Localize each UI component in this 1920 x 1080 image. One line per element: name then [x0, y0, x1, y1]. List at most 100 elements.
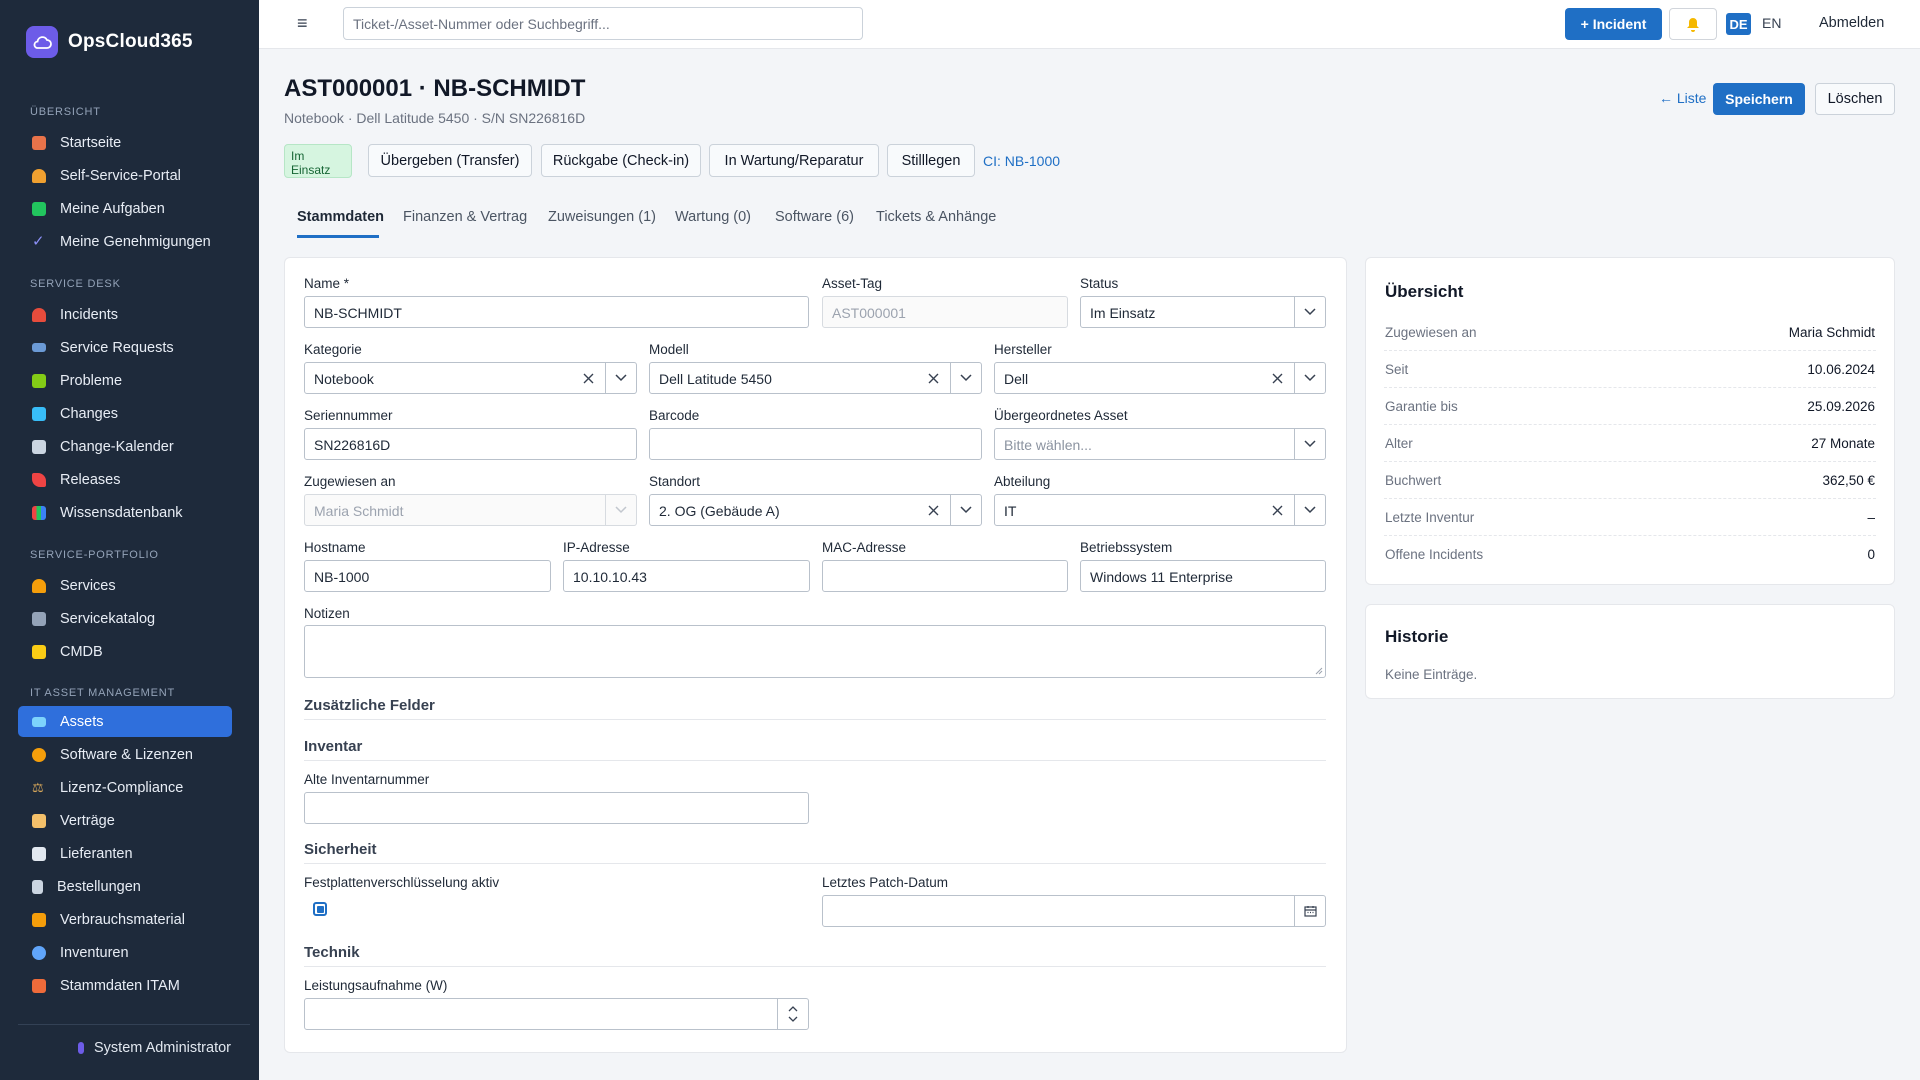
- hamburger-menu-icon[interactable]: ≡: [297, 13, 308, 34]
- sidebar-item-self-service[interactable]: Self-Service-Portal: [18, 160, 232, 191]
- abteilung-select[interactable]: IT: [994, 494, 1326, 526]
- tab-software[interactable]: Software (6): [775, 209, 854, 225]
- tab-zuweisungen[interactable]: Zuweisungen (1): [548, 209, 656, 225]
- calendar-icon[interactable]: [1294, 896, 1325, 926]
- name-input[interactable]: NB-SCHMIDT: [304, 296, 809, 328]
- hostname-input[interactable]: NB-1000: [304, 560, 551, 592]
- books-icon: [32, 505, 46, 520]
- nav-section-label: SERVICE-PORTFOLIO: [30, 549, 159, 561]
- sidebar-item-label: Meine Genehmigungen: [60, 233, 211, 250]
- sidebar-item-verbrauchsmaterial[interactable]: Verbrauchsmaterial: [18, 904, 232, 935]
- transfer-button[interactable]: Übergeben (Transfer): [368, 144, 532, 177]
- sidebar-item-releases[interactable]: Releases: [18, 464, 232, 495]
- parent-asset-select[interactable]: Bitte wählen...: [994, 428, 1326, 460]
- patch-datum-input[interactable]: [822, 895, 1326, 927]
- status-value: Im Einsatz: [1090, 305, 1156, 321]
- overview-key: Garantie bis: [1385, 399, 1458, 414]
- tab-finanzen[interactable]: Finanzen & Vertrag: [403, 209, 527, 225]
- ci-link[interactable]: CI: NB-1000: [983, 153, 1060, 169]
- folder-icon: [32, 644, 46, 659]
- search-input[interactable]: [343, 7, 863, 40]
- sidebar-item-startseite[interactable]: Startseite: [18, 127, 232, 158]
- sidebar-item-services[interactable]: Services: [18, 570, 232, 601]
- logout-link[interactable]: Abmelden: [1819, 15, 1884, 31]
- sidebar-item-inventuren[interactable]: Inventuren: [18, 937, 232, 968]
- sidebar-item-meine-aufgaben[interactable]: Meine Aufgaben: [18, 193, 232, 224]
- os-input[interactable]: Windows 11 Enterprise: [1080, 560, 1326, 592]
- status-badge: Im Einsatz: [284, 144, 352, 178]
- ip-input[interactable]: 10.10.10.43: [563, 560, 810, 592]
- clear-icon[interactable]: [917, 363, 949, 393]
- abteilung-label: Abteilung: [994, 474, 1051, 489]
- sidebar-item-assets[interactable]: Assets: [18, 706, 232, 737]
- sidebar-item-lieferanten[interactable]: Lieferanten: [18, 838, 232, 869]
- chevron-down-icon: [950, 495, 981, 525]
- section-divider: [304, 863, 1326, 864]
- save-button[interactable]: Speichern: [1713, 83, 1805, 115]
- tab-stammdaten[interactable]: Stammdaten: [297, 209, 384, 225]
- sidebar-item-vertraege[interactable]: Verträge: [18, 805, 232, 836]
- tab-tickets[interactable]: Tickets & Anhänge: [876, 209, 996, 225]
- standort-select[interactable]: 2. OG (Gebäude A): [649, 494, 982, 526]
- abteilung-value: IT: [1004, 503, 1017, 519]
- barcode-input[interactable]: [649, 428, 982, 460]
- row-divider: [1384, 350, 1876, 351]
- sidebar-item-change-kalender[interactable]: Change-Kalender: [18, 431, 232, 462]
- refresh-icon: [32, 406, 46, 421]
- sidebar-item-software-lizenzen[interactable]: Software & Lizenzen: [18, 739, 232, 770]
- sidebar-item-probleme[interactable]: Probleme: [18, 365, 232, 396]
- status-select[interactable]: Im Einsatz: [1080, 296, 1326, 328]
- checkin-button[interactable]: Rückgabe (Check-in): [541, 144, 701, 177]
- number-stepper-icon[interactable]: [777, 999, 808, 1029]
- cloud-logo-icon: [26, 26, 58, 58]
- sidebar-item-changes[interactable]: Changes: [18, 398, 232, 429]
- clear-icon[interactable]: [572, 363, 604, 393]
- sidebar-item-label: Meine Aufgaben: [60, 200, 165, 217]
- sidebar-item-servicekatalog[interactable]: Servicekatalog: [18, 603, 232, 634]
- overview-value: 10.06.2024: [1807, 362, 1875, 377]
- scales-icon: ⚖: [32, 779, 44, 795]
- rocket-icon: [32, 472, 46, 487]
- sidebar-item-incidents[interactable]: Incidents: [18, 299, 232, 330]
- notizen-textarea[interactable]: [304, 625, 1326, 678]
- sidebar-item-wissensdatenbank[interactable]: Wissensdatenbank: [18, 497, 232, 528]
- app-logo[interactable]: OpsCloud365: [26, 26, 193, 58]
- name-label: Name *: [304, 276, 350, 291]
- tab-wartung[interactable]: Wartung (0): [675, 209, 751, 225]
- user-menu[interactable]: System Administrator: [78, 1040, 231, 1056]
- sidebar-item-stammdaten-itam[interactable]: Stammdaten ITAM: [18, 970, 232, 1001]
- notification-button[interactable]: [1669, 8, 1717, 40]
- chevron-down-icon: [1294, 429, 1325, 459]
- clear-icon[interactable]: [1261, 363, 1293, 393]
- technik-heading: Technik: [304, 944, 360, 961]
- alte-inventarnummer-input[interactable]: [304, 792, 809, 824]
- modell-select[interactable]: Dell Latitude 5450: [649, 362, 982, 394]
- seriennummer-label: Seriennummer: [304, 408, 393, 423]
- new-incident-button[interactable]: + Incident: [1565, 8, 1662, 40]
- kategorie-select[interactable]: Notebook: [304, 362, 637, 394]
- leistung-number-input[interactable]: [304, 998, 809, 1030]
- seriennummer-input[interactable]: SN226816D: [304, 428, 637, 460]
- resize-handle-icon[interactable]: [1315, 667, 1323, 675]
- checkmark-icon: ✓: [32, 232, 45, 250]
- clear-icon[interactable]: [917, 495, 949, 525]
- history-card: [1365, 604, 1895, 699]
- delete-button[interactable]: Löschen: [1815, 83, 1895, 115]
- retire-button[interactable]: Stilllegen: [887, 144, 975, 177]
- sidebar-item-bestellungen[interactable]: Bestellungen: [18, 871, 232, 902]
- hersteller-select[interactable]: Dell: [994, 362, 1326, 394]
- sidebar-item-lizenz-compliance[interactable]: ⚖ Lizenz-Compliance: [18, 772, 232, 803]
- checkbox-icon: [32, 201, 46, 216]
- maintenance-button[interactable]: In Wartung/Reparatur: [709, 144, 879, 177]
- building-icon: [32, 846, 46, 861]
- sidebar-item-cmdb[interactable]: CMDB: [18, 636, 232, 667]
- mac-input[interactable]: [822, 560, 1068, 592]
- sidebar-item-label: Servicekatalog: [60, 610, 156, 627]
- clear-icon[interactable]: [1261, 495, 1293, 525]
- lang-en-button[interactable]: EN: [1762, 15, 1781, 31]
- sidebar-item-genehmigungen[interactable]: ✓ Meine Genehmigungen: [18, 226, 232, 257]
- sidebar-item-service-requests[interactable]: Service Requests: [18, 332, 232, 363]
- back-to-list-link[interactable]: ← Liste: [1659, 90, 1706, 106]
- lang-de-button[interactable]: DE: [1726, 13, 1751, 35]
- festplatte-checkbox[interactable]: [313, 902, 327, 916]
